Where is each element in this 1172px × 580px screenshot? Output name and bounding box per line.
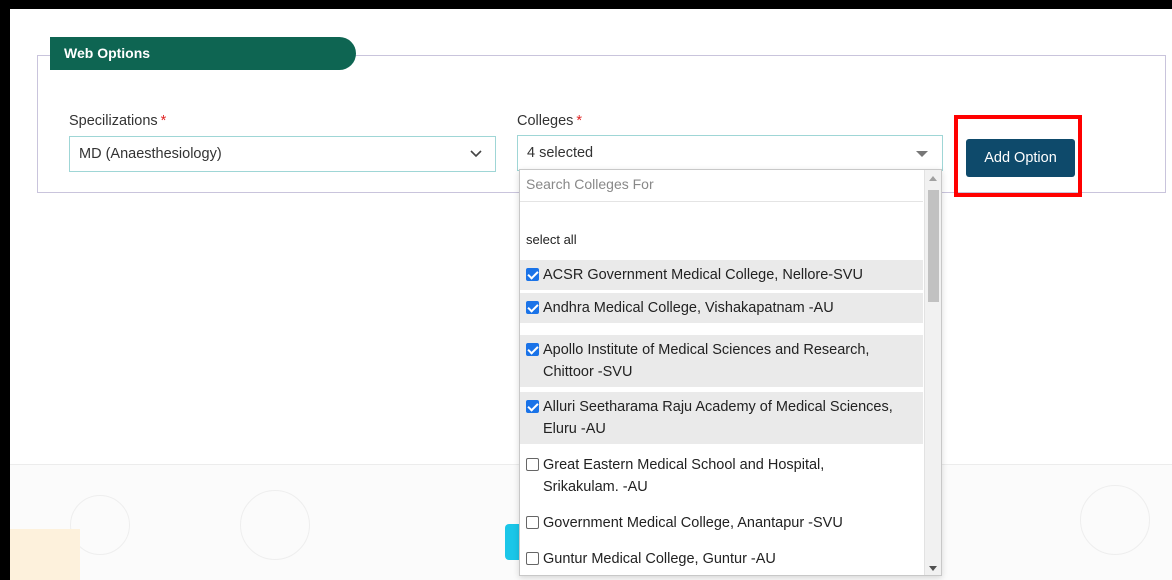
college-option-label: Guntur Medical College, Guntur -AU (543, 551, 776, 567)
select-all-option[interactable]: select all (526, 232, 577, 247)
college-option-label: Apollo Institute of Medical Sciences and… (543, 342, 870, 358)
specializations-value: MD (Anaesthesiology) (79, 146, 222, 162)
college-option[interactable]: Government Medical College, Anantapur -S… (520, 508, 923, 538)
chevron-down-icon (470, 150, 482, 158)
college-option-label: Government Medical College, Anantapur -S… (543, 515, 843, 531)
colleges-select[interactable]: 4 selected (517, 135, 943, 171)
college-option-label-line2: Chittoor -SVU (543, 364, 633, 380)
specializations-label: Specilizations * (69, 113, 167, 129)
checkbox-checked-icon[interactable] (526, 400, 539, 413)
college-option-label: Alluri Seetharama Raju Academy of Medica… (543, 399, 893, 415)
highlight-box (954, 115, 1082, 197)
checkbox-checked-icon[interactable] (526, 301, 539, 314)
college-option[interactable]: Andhra Medical College, Vishakapatnam -A… (520, 293, 923, 323)
checkbox-unchecked-icon[interactable] (526, 552, 539, 565)
colleges-dropdown[interactable]: Search Colleges For select all ACSR Gove… (519, 169, 942, 576)
college-option-label-line2: Eluru -AU (543, 421, 606, 437)
scroll-down-arrow-icon[interactable] (929, 566, 937, 571)
colleges-search-input[interactable]: Search Colleges For (520, 170, 923, 202)
college-option[interactable]: Apollo Institute of Medical Sciences and… (520, 335, 923, 387)
college-option-label-line2: Srikakulam. -AU (543, 479, 648, 495)
section-title: Web Options (50, 37, 356, 70)
dropdown-scrollbar[interactable] (924, 170, 941, 575)
required-mark: * (160, 113, 167, 129)
college-option-label: Great Eastern Medical School and Hospita… (543, 457, 825, 473)
checkbox-checked-icon[interactable] (526, 268, 539, 281)
college-option[interactable]: Great Eastern Medical School and Hospita… (520, 450, 923, 502)
checkbox-checked-icon[interactable] (526, 343, 539, 356)
college-option[interactable]: Guntur Medical College, Guntur -AU (520, 544, 923, 574)
college-option-label: ACSR Government Medical College, Nellore… (543, 267, 863, 283)
checkbox-unchecked-icon[interactable] (526, 458, 539, 471)
specializations-select[interactable]: MD (Anaesthesiology) (69, 136, 496, 172)
decorative-shape (10, 529, 80, 580)
caret-down-icon (916, 151, 928, 157)
scroll-up-arrow-icon[interactable] (929, 176, 937, 181)
college-option-label: Andhra Medical College, Vishakapatnam -A… (543, 300, 834, 316)
colleges-label: Colleges * (517, 113, 583, 129)
college-option[interactable]: ACSR Government Medical College, Nellore… (520, 260, 923, 290)
colleges-selected-count: 4 selected (527, 145, 594, 161)
scrollbar-thumb[interactable] (928, 190, 939, 302)
page: Web Options Specilizations * MD (Anaesthe… (10, 9, 1172, 580)
required-mark: * (576, 113, 583, 129)
checkbox-unchecked-icon[interactable] (526, 516, 539, 529)
college-option[interactable]: Alluri Seetharama Raju Academy of Medica… (520, 392, 923, 444)
